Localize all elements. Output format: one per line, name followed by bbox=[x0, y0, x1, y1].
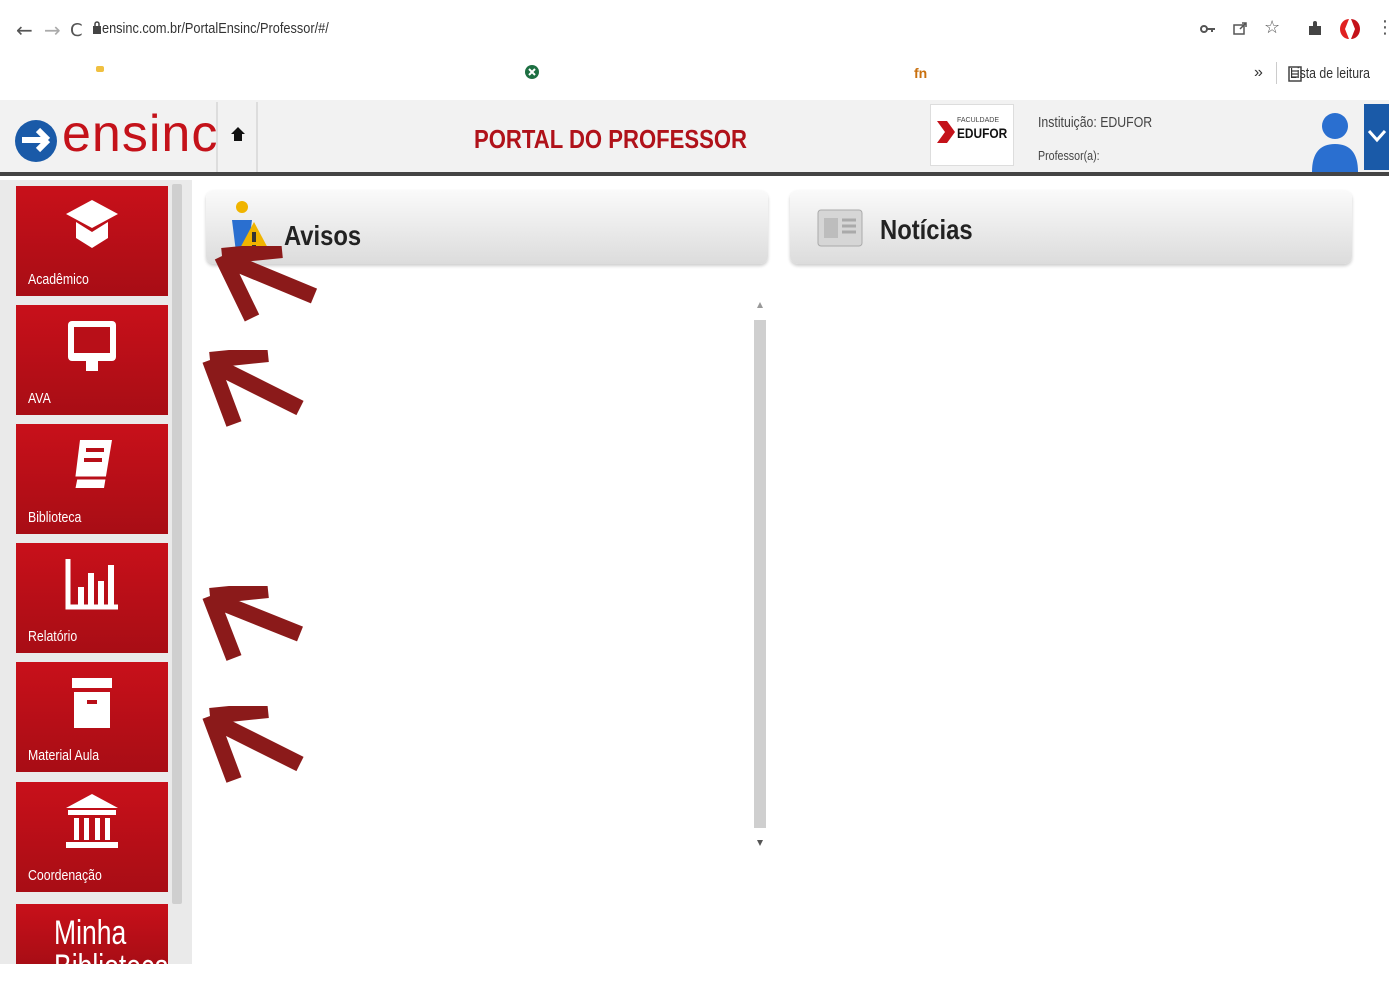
chevron-down-icon bbox=[1367, 130, 1387, 143]
graduation-cap-icon bbox=[66, 200, 118, 248]
forward-button[interactable]: → bbox=[44, 18, 61, 42]
reading-list-button[interactable]: Lista de leitura bbox=[1290, 65, 1370, 82]
sidebar-item-label: Material Aula bbox=[28, 747, 100, 764]
ensinc-logo-text[interactable]: ensinc bbox=[62, 104, 218, 164]
avisos-scrollbar[interactable] bbox=[752, 296, 768, 852]
svg-text:fn: fn bbox=[914, 65, 927, 80]
sidebar-item-coordenacao[interactable]: Coordenação bbox=[16, 782, 168, 892]
bookmarks-bar bbox=[0, 58, 1389, 98]
noticias-title: Notícias bbox=[880, 214, 973, 245]
institution-label: Instituição: EDUFOR bbox=[1038, 114, 1153, 131]
institution-icon bbox=[66, 794, 118, 848]
back-button[interactable]: ← bbox=[16, 18, 33, 42]
bookmark-fn-icon[interactable]: fn bbox=[914, 64, 932, 80]
noticias-panel-header bbox=[790, 190, 1352, 264]
share-icon[interactable] bbox=[1232, 20, 1248, 36]
annotation-arrow-icon bbox=[202, 586, 303, 661]
annotation-arrow-icon bbox=[202, 706, 304, 783]
sidebar-item-label: Biblioteca bbox=[28, 509, 82, 526]
institution-logo-prefix: FACULDADE bbox=[957, 117, 1000, 124]
address-bar-url[interactable]: ensinc.com.br/PortalEnsinc/Professor/#/ bbox=[102, 20, 329, 37]
ensinc-logo-mark-icon bbox=[15, 120, 57, 162]
sidebar-item-material-aula[interactable]: Material Aula bbox=[16, 662, 168, 772]
sidebar-item-relatorio[interactable]: Relatório bbox=[16, 543, 168, 653]
annotation-arrow-icon bbox=[214, 246, 318, 322]
more-bookmarks-button[interactable]: » bbox=[1254, 64, 1263, 82]
archive-box-icon bbox=[72, 678, 112, 728]
browser-menu-icon[interactable]: ⋮ bbox=[1376, 17, 1389, 38]
bar-chart-icon bbox=[65, 559, 118, 610]
home-icon[interactable] bbox=[230, 126, 246, 142]
key-icon[interactable] bbox=[1200, 22, 1216, 36]
sidebar-item-label: AVA bbox=[28, 390, 51, 407]
user-avatar-icon[interactable] bbox=[1308, 104, 1362, 172]
institution-logo: FACULDADE EDUFOR bbox=[930, 104, 1014, 166]
sidebar-item-biblioteca[interactable]: Biblioteca bbox=[16, 424, 168, 534]
sidebar-item-label: Minha Biblioteca bbox=[54, 914, 169, 986]
bookmarks-divider bbox=[1276, 62, 1277, 84]
newspaper-icon bbox=[817, 209, 863, 247]
sidebar-item-label: Coordenação bbox=[28, 867, 102, 884]
institution-logo-text: EDUFOR bbox=[957, 125, 1008, 141]
sidebar-item-academico[interactable]: Acadêmico bbox=[16, 186, 168, 296]
monitor-icon bbox=[68, 321, 116, 371]
sidebar-item-label: Relatório bbox=[28, 628, 78, 645]
bookmark-star-icon[interactable]: ☆ bbox=[1264, 17, 1280, 38]
edufor-logo-mark-icon bbox=[937, 121, 955, 143]
sidebar-scrollbar[interactable] bbox=[172, 184, 182, 904]
lock-icon bbox=[93, 21, 101, 34]
extensions-puzzle-icon[interactable] bbox=[1306, 20, 1324, 38]
book-icon bbox=[72, 440, 112, 489]
sidebar-item-ava[interactable]: AVA bbox=[16, 305, 168, 415]
page-title: PORTAL DO PROFESSOR bbox=[474, 124, 748, 154]
bookmark-favicon[interactable] bbox=[96, 66, 104, 72]
user-menu-button[interactable] bbox=[1364, 104, 1389, 170]
sidebar-item-label: Acadêmico bbox=[28, 271, 89, 288]
bookmark-excel-icon[interactable] bbox=[524, 64, 540, 80]
professor-label: Professor(a): bbox=[1038, 148, 1100, 163]
annotation-arrow-icon bbox=[202, 350, 304, 427]
opera-extension-icon[interactable] bbox=[1336, 16, 1362, 42]
sidebar-item-minha-biblioteca[interactable]: Minha Biblioteca bbox=[16, 904, 169, 984]
reload-button[interactable]: C bbox=[70, 20, 83, 41]
